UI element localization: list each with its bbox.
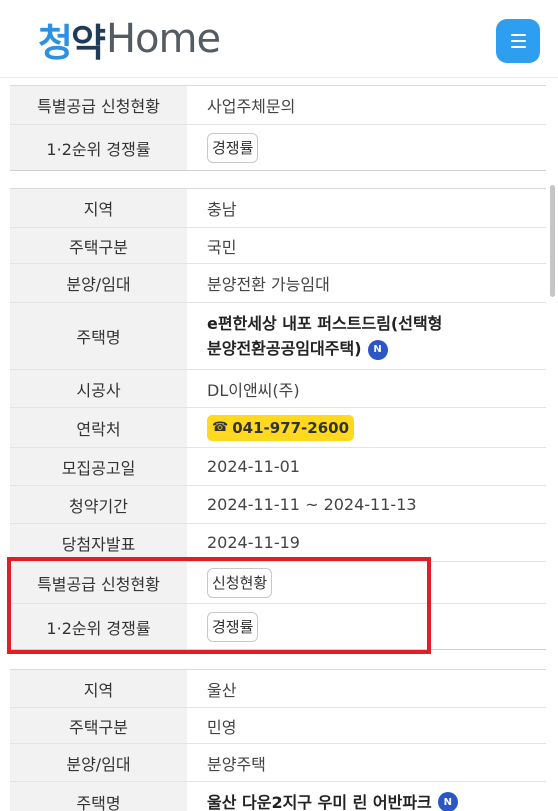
- table-row: 모집공고일 2024-11-01: [10, 448, 546, 486]
- special-supply-status-button[interactable]: 신청현황: [207, 567, 273, 598]
- phone-icon: ☎: [212, 420, 229, 435]
- app-header: 청약 Home: [0, 0, 558, 78]
- row-label: 특별공급 신청현황: [10, 562, 187, 603]
- row-label: 특별공급 신청현황: [10, 86, 187, 124]
- table-row: 주택명 울산 다운2지구 우미 린 어반파크 N: [10, 782, 546, 811]
- row-value: 2024-11-01: [207, 457, 300, 476]
- row-value: 국민: [207, 237, 237, 257]
- row-label: 주택구분: [10, 228, 187, 263]
- row-value: 경쟁률: [187, 125, 546, 170]
- row-label: 분양/임대: [10, 744, 187, 781]
- row-value: 분양전환 가능임대: [207, 275, 330, 294]
- table-row: 청약기간 2024-11-11 ~ 2024-11-13: [10, 486, 546, 524]
- row-value: 울산: [207, 680, 237, 700]
- competition-rate-button[interactable]: 경쟁률: [207, 611, 259, 642]
- phone-number: 041-977-2600: [232, 418, 350, 437]
- housing-name-link[interactable]: 울산 다운2지구 우미 린 어반파크 N: [187, 782, 546, 811]
- table-row: 시공사 DL이앤씨(주): [10, 370, 546, 408]
- table-row: 당첨자발표 2024-11-19: [10, 524, 546, 562]
- housing-name-line1: e편한세상 내포 퍼스트드림(선택형: [207, 314, 443, 333]
- table-row: 1·2순위 경쟁률 경쟁률: [10, 125, 546, 171]
- row-value: 사업주체문의: [207, 97, 296, 116]
- row-value: ☎ 041-977-2600: [187, 408, 546, 447]
- listing-table-ulsan: 지역 울산 주택구분 민영 분양/임대 분양주택 주택명 울산 다운2지구 우미…: [10, 669, 546, 811]
- row-value: 신청현황: [187, 562, 546, 603]
- row-value: 2024-11-19: [207, 533, 300, 552]
- row-value: 2024-11-11 ~ 2024-11-13: [207, 495, 417, 514]
- naver-new-icon: N: [437, 792, 458, 811]
- row-value: 경쟁률: [187, 604, 546, 649]
- phone-call-button[interactable]: ☎ 041-977-2600: [207, 414, 355, 441]
- table-row: 주택명 e편한세상 내포 퍼스트드림(선택형 분양전환공공임대주택) N: [10, 303, 546, 370]
- table-row: 분양/임대 분양전환 가능임대: [10, 264, 546, 303]
- row-label: 시공사: [10, 370, 187, 407]
- table-row: 특별공급 신청현황 사업주체문의: [10, 86, 546, 125]
- row-value: 분양주택: [207, 754, 266, 774]
- row-label: 주택구분: [10, 708, 187, 743]
- table-row: 주택구분 민영: [10, 708, 546, 744]
- housing-name-line2: 분양전환공공임대주택): [207, 339, 362, 358]
- table-row: 연락처 ☎ 041-977-2600: [10, 408, 546, 448]
- logo-korean-text: 청약: [38, 20, 106, 65]
- table-row: 주택구분 국민: [10, 228, 546, 264]
- table-row: 분양/임대 분양주택: [10, 744, 546, 782]
- row-label: 1·2순위 경쟁률: [10, 604, 187, 649]
- hamburger-icon-bar: [510, 46, 526, 48]
- row-value: DL이앤씨(주): [207, 380, 300, 400]
- competition-rate-button[interactable]: 경쟁률: [207, 132, 259, 163]
- row-label: 청약기간: [10, 486, 187, 523]
- hamburger-icon-bar: [510, 40, 526, 42]
- row-label: 연락처: [10, 408, 187, 447]
- menu-button[interactable]: [496, 19, 540, 63]
- hamburger-icon: [510, 34, 526, 36]
- row-label: 모집공고일: [10, 448, 187, 485]
- row-label: 1·2순위 경쟁률: [10, 125, 187, 170]
- row-label: 지역: [10, 670, 187, 707]
- table-row: 특별공급 신청현황 신청현황: [10, 562, 546, 604]
- row-label: 주택명: [10, 782, 187, 811]
- housing-name-link[interactable]: e편한세상 내포 퍼스트드림(선택형 분양전환공공임대주택) N: [187, 303, 546, 369]
- housing-name: 울산 다운2지구 우미 린 어반파크: [207, 792, 432, 811]
- row-label: 주택명: [10, 303, 187, 369]
- table-row: 1·2순위 경쟁률 경쟁률: [10, 604, 546, 650]
- row-value: 민영: [207, 717, 237, 737]
- listing-table-previous: 특별공급 신청현황 사업주체문의 1·2순위 경쟁률 경쟁률: [10, 85, 546, 171]
- table-row: 지역 충남: [10, 189, 546, 228]
- naver-new-icon: N: [367, 339, 388, 360]
- row-label: 당첨자발표: [10, 524, 187, 561]
- logo-english-text: Home: [105, 16, 221, 62]
- row-label: 분양/임대: [10, 264, 187, 302]
- scrollbar-thumb[interactable]: [550, 185, 555, 297]
- row-value: 충남: [207, 200, 237, 219]
- table-row: 지역 울산: [10, 670, 546, 708]
- row-label: 지역: [10, 189, 187, 227]
- listing-table-naepo: 지역 충남 주택구분 국민 분양/임대 분양전환 가능임대 주택명 e편한세상 …: [10, 188, 546, 650]
- cheongyak-home-logo[interactable]: 청약 Home: [38, 12, 221, 66]
